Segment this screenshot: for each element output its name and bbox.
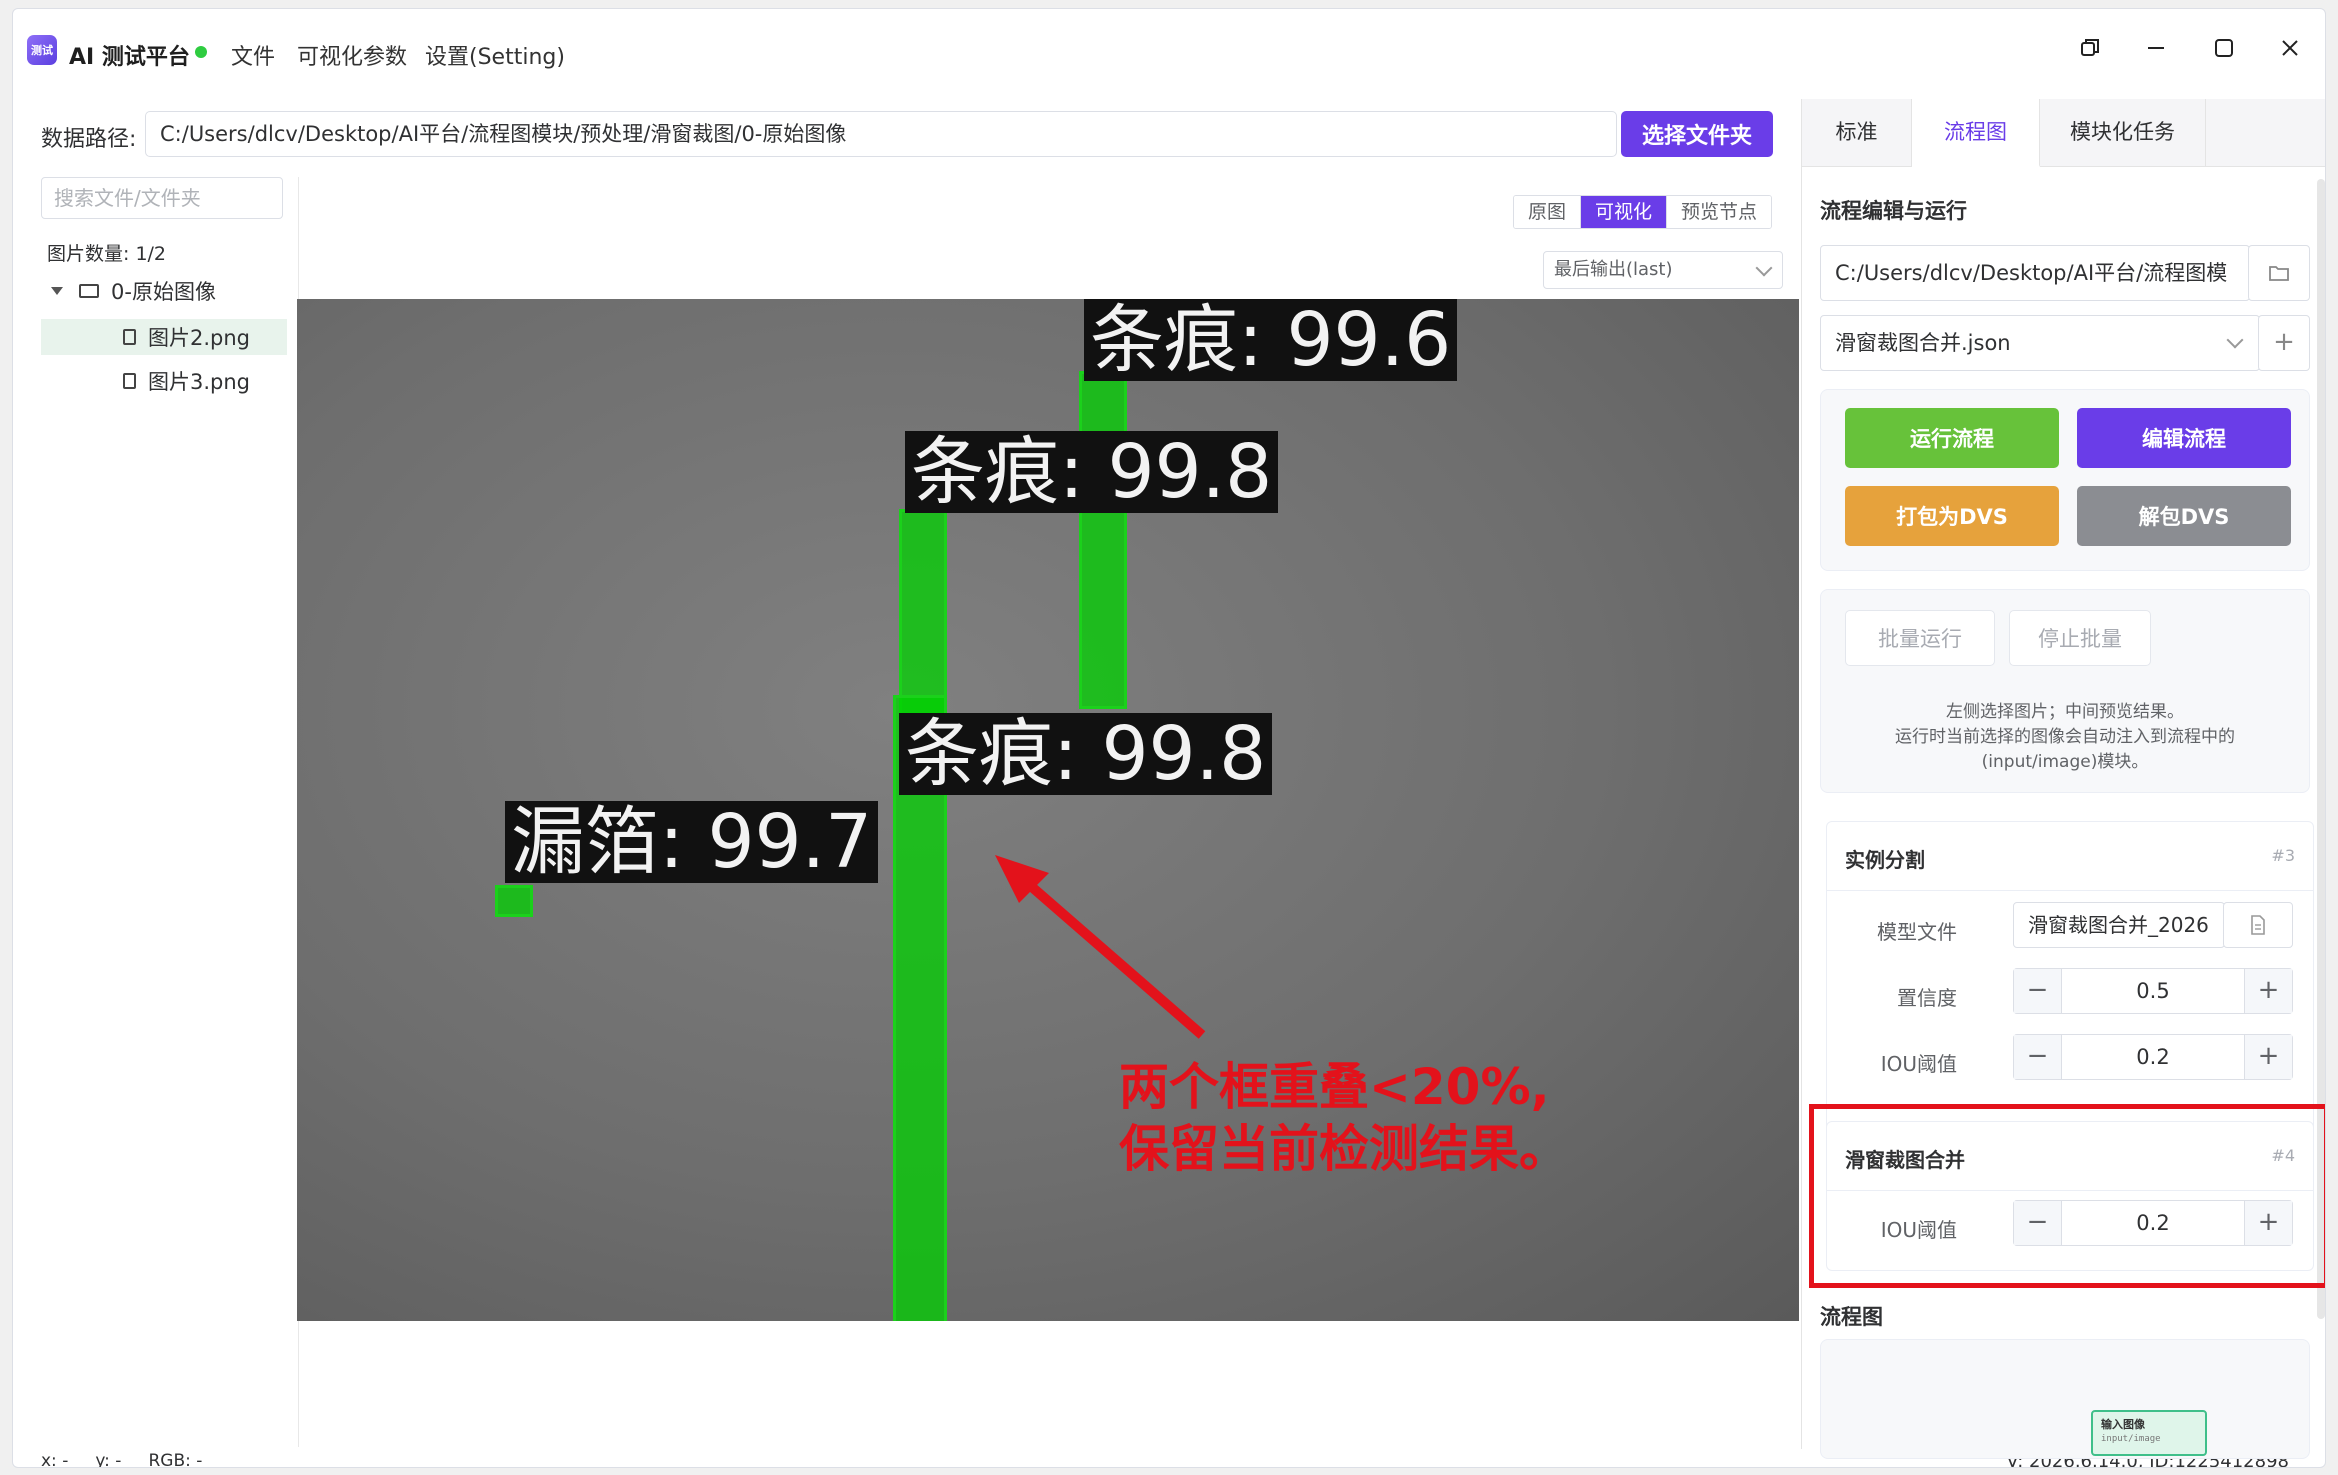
file-icon [123, 329, 136, 345]
add-icon[interactable]: + [2258, 315, 2310, 371]
data-path-label: 数据路径: [41, 127, 137, 152]
hint-line: (input/image)模块。 [1981, 752, 2149, 772]
minimize-icon[interactable] [2141, 37, 2171, 67]
restore-icon[interactable] [2075, 37, 2105, 67]
model-file-label: 模型文件 [1877, 920, 1957, 944]
folder-name: 0-原始图像 [111, 280, 216, 304]
app-title: AI 测试平台 [69, 45, 190, 70]
menu-visual-params[interactable]: 可视化参数 [297, 39, 407, 71]
confidence-value[interactable]: 0.5 [2062, 969, 2244, 1013]
folder-icon [79, 284, 99, 298]
minus-icon[interactable]: − [2014, 969, 2062, 1013]
output-select[interactable]: 最后输出(last) [1543, 251, 1783, 289]
status-dot-icon [195, 46, 207, 58]
right-tabs: 标准 流程图 模块化任务 [1802, 99, 2325, 167]
annotation-text-line2: 保留当前检测结果。 [1119, 1120, 1569, 1178]
menu-settings[interactable]: 设置(Setting) [425, 39, 565, 71]
tab-original[interactable]: 原图 [1514, 196, 1582, 228]
stop-batch-button[interactable]: 停止批量 [2009, 610, 2151, 666]
divider [1827, 890, 2313, 891]
minus-icon[interactable]: − [2014, 1035, 2062, 1079]
flowchart-canvas[interactable]: 输入图像 input/image [1820, 1339, 2310, 1459]
module-id: #3 [2271, 846, 2295, 865]
flow-path-input[interactable]: C:/Users/dlcv/Desktop/AI平台/流程图模 [1820, 245, 2250, 301]
annotation-text-line1: 两个框重叠<20%, [1119, 1058, 1550, 1116]
app-logo-icon: 测试 [27, 35, 57, 65]
highlight-annotation-box [1809, 1104, 2325, 1288]
iou-value[interactable]: 0.2 [2062, 1035, 2244, 1079]
plus-icon[interactable]: + [2244, 969, 2292, 1013]
module-title: 实例分割 [1845, 848, 1925, 872]
folder-open-icon[interactable] [2248, 245, 2310, 301]
flow-file-name: 滑窗裁图合并.json [1835, 331, 2011, 355]
flow-node-title: 输入图像 [2101, 1418, 2145, 1431]
section-title: 流程编辑与运行 [1820, 199, 1967, 223]
tab-flowchart[interactable]: 流程图 [1912, 99, 2040, 167]
menu-file[interactable]: 文件 [231, 39, 275, 71]
flow-node-subtitle: input/image [2101, 1434, 2161, 1444]
image-count: 图片数量: 1/2 [47, 243, 167, 265]
hint-line: 运行时当前选择的图像会自动注入到流程中的 [1895, 727, 2235, 747]
flow-node-input-image[interactable]: 输入图像 input/image [2091, 1410, 2207, 1456]
tab-visualize[interactable]: 可视化 [1581, 196, 1668, 228]
chevron-down-icon [1755, 259, 1773, 277]
maximize-icon[interactable] [2209, 37, 2239, 67]
pack-dvs-button[interactable]: 打包为DVS [1845, 486, 2059, 546]
annotation-arrow-icon [995, 855, 1206, 1039]
tab-preview-node[interactable]: 预览节点 [1667, 196, 1772, 228]
plus-icon[interactable]: + [2244, 1035, 2292, 1079]
cursor-status: x: - y: - RGB: - [41, 1451, 203, 1468]
model-file-input[interactable]: 滑窗裁图合并_2026 [2013, 902, 2225, 948]
file-name: 图片2.png [148, 326, 251, 350]
tree-folder[interactable]: 0-原始图像 [41, 273, 287, 309]
file-icon [123, 373, 136, 389]
run-flow-button[interactable]: 运行流程 [1845, 408, 2059, 468]
action-card: 运行流程 编辑流程 打包为DVS 解包DVS [1820, 389, 2310, 571]
confidence-label: 置信度 [1897, 986, 1957, 1010]
hint-line: 左侧选择图片；中间预览结果。 [1946, 702, 2184, 722]
file-panel: 搜索文件/文件夹 图片数量: 1/2 0-原始图像 图片2.png 图片3.pn… [41, 177, 299, 1447]
tab-standard[interactable]: 标准 [1802, 99, 1912, 167]
batch-card: 批量运行 停止批量 左侧选择图片；中间预览结果。 运行时当前选择的图像会自动注入… [1820, 589, 2310, 793]
unpack-dvs-button[interactable]: 解包DVS [2077, 486, 2291, 546]
close-icon[interactable] [2275, 37, 2305, 67]
app-window: 测试 AI 测试平台 文件 可视化参数 设置(Setting) 数据路径: C:… [12, 8, 2326, 1468]
tab-modular-tasks[interactable]: 模块化任务 [2040, 99, 2206, 167]
edit-flow-button[interactable]: 编辑流程 [2077, 408, 2291, 468]
file-search-input[interactable]: 搜索文件/文件夹 [41, 177, 283, 219]
output-select-value: 最后输出(last) [1554, 259, 1673, 280]
tree-file-selected[interactable]: 图片2.png [41, 319, 287, 355]
iou-stepper[interactable]: − 0.2 + [2013, 1034, 2293, 1080]
preview-image[interactable]: 条痕: 99.6 条痕: 99.8 条痕: 99.8 漏箔: 99.7 两个框重… [297, 299, 1799, 1321]
flowchart-title: 流程图 [1820, 1305, 1883, 1329]
choose-folder-button[interactable]: 选择文件夹 [1621, 111, 1773, 157]
tree-file[interactable]: 图片3.png [41, 363, 287, 399]
caret-down-icon [51, 287, 63, 295]
view-mode-tabs: 原图 可视化 预览节点 [1513, 195, 1773, 229]
file-name: 图片3.png [148, 370, 251, 394]
chevron-down-icon [2226, 331, 2244, 349]
flow-file-select[interactable]: 滑窗裁图合并.json [1820, 315, 2260, 371]
iou-label: IOU阈值 [1880, 1052, 1957, 1076]
title-bar: 测试 AI 测试平台 文件 可视化参数 设置(Setting) [13, 9, 2325, 99]
batch-run-button[interactable]: 批量运行 [1845, 610, 1995, 666]
confidence-stepper[interactable]: − 0.5 + [2013, 968, 2293, 1014]
data-path-input[interactable]: C:/Users/dlcv/Desktop/AI平台/流程图模块/预处理/滑窗裁… [145, 111, 1617, 157]
document-icon[interactable] [2223, 902, 2293, 948]
